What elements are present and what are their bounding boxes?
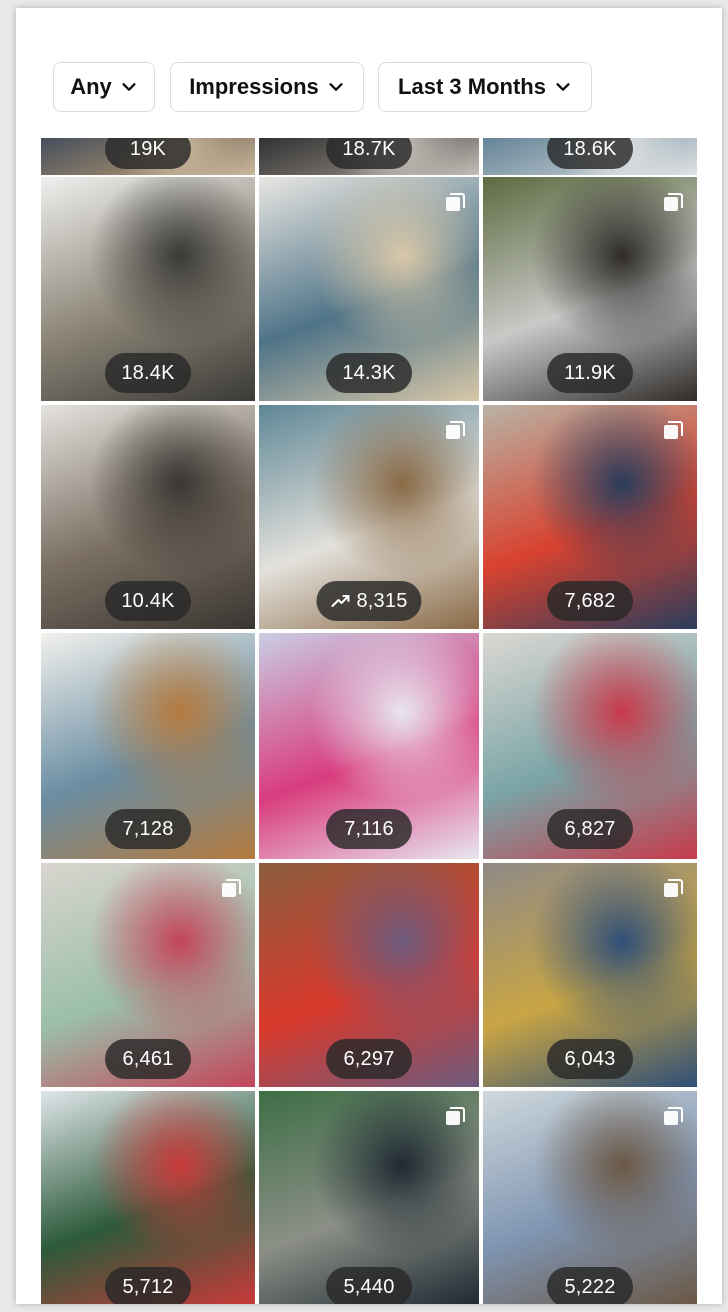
impressions-badge: 6,043 (547, 1039, 633, 1079)
impressions-badge: 6,827 (547, 809, 633, 849)
post-tile[interactable]: 5,712 (41, 1091, 255, 1304)
posts-grid: 19K 18.7K 18.6K 18.4K 14.3K 11.9K 10.4K 8,315 7,… (41, 8, 697, 1304)
impressions-value: 5,440 (343, 1275, 395, 1298)
post-tile[interactable]: 18.4K (41, 177, 255, 401)
filter-time-range-dropdown[interactable]: Last 3 Months (378, 62, 592, 112)
post-tile[interactable]: 8,315 (259, 405, 479, 629)
impressions-badge: 7,128 (105, 809, 191, 849)
impressions-badge: 14.3K (326, 353, 412, 393)
carousel-icon (446, 421, 465, 439)
impressions-badge: 5,440 (326, 1267, 412, 1304)
impressions-value: 18.7K (342, 137, 396, 160)
post-tile[interactable]: 6,461 (41, 863, 255, 1087)
impressions-badge: 11.9K (547, 353, 633, 393)
impressions-value: 7,682 (564, 589, 616, 612)
filter-metric-label: Impressions (189, 74, 319, 99)
trending-up-icon (331, 595, 350, 607)
impressions-value: 6,827 (564, 817, 616, 840)
impressions-value: 6,297 (343, 1047, 395, 1070)
carousel-icon (446, 1107, 465, 1125)
impressions-badge: 7,682 (547, 581, 633, 621)
post-tile[interactable]: 7,682 (483, 405, 697, 629)
carousel-icon (664, 1107, 683, 1125)
chevron-down-icon (556, 83, 570, 91)
impressions-value: 6,043 (564, 1047, 616, 1070)
impressions-value: 8,315 (356, 589, 408, 612)
post-tile[interactable]: 6,297 (259, 863, 479, 1087)
chevron-down-icon (329, 83, 343, 91)
impressions-value: 10.4K (121, 589, 175, 612)
post-tile[interactable]: 14.3K (259, 177, 479, 401)
filter-metric-dropdown[interactable]: Impressions (170, 62, 364, 112)
carousel-icon (664, 193, 683, 211)
impressions-badge: 5,222 (547, 1267, 633, 1304)
post-tile[interactable]: 6,827 (483, 633, 697, 859)
post-tile[interactable]: 6,043 (483, 863, 697, 1087)
impressions-badge: 6,297 (326, 1039, 412, 1079)
post-tile[interactable]: 7,116 (259, 633, 479, 859)
carousel-icon (664, 421, 683, 439)
carousel-icon (664, 879, 683, 897)
filter-time-range-label: Last 3 Months (398, 74, 546, 99)
impressions-value: 19K (129, 137, 167, 160)
impressions-value: 6,461 (122, 1047, 174, 1070)
impressions-value: 11.9K (564, 361, 616, 384)
impressions-value: 7,116 (344, 817, 394, 840)
impressions-badge: 5,712 (105, 1267, 191, 1304)
impressions-value: 7,128 (122, 817, 174, 840)
impressions-badge: 18.4K (105, 353, 191, 393)
impressions-badge: 7,116 (326, 809, 412, 849)
filter-media-type-label: Any (70, 74, 112, 99)
impressions-value: 5,712 (122, 1275, 174, 1298)
impressions-value: 5,222 (564, 1275, 616, 1298)
impressions-badge: 6,461 (105, 1039, 191, 1079)
filter-media-type-dropdown[interactable]: Any (53, 62, 155, 112)
post-tile[interactable]: 5,440 (259, 1091, 479, 1304)
carousel-icon (222, 879, 241, 897)
post-tile[interactable]: 7,128 (41, 633, 255, 859)
impressions-badge: 8,315 (316, 581, 422, 621)
impressions-badge: 10.4K (105, 581, 191, 621)
impressions-value: 18.6K (563, 137, 617, 160)
impressions-value: 18.4K (121, 361, 175, 384)
chevron-down-icon (122, 83, 136, 91)
post-tile[interactable]: 10.4K (41, 405, 255, 629)
impressions-value: 14.3K (342, 361, 396, 384)
carousel-icon (446, 193, 465, 211)
post-tile[interactable]: 5,222 (483, 1091, 697, 1304)
insights-content-card: 19K 18.7K 18.6K 18.4K 14.3K 11.9K 10.4K 8,315 7,… (16, 8, 722, 1304)
post-tile[interactable]: 11.9K (483, 177, 697, 401)
